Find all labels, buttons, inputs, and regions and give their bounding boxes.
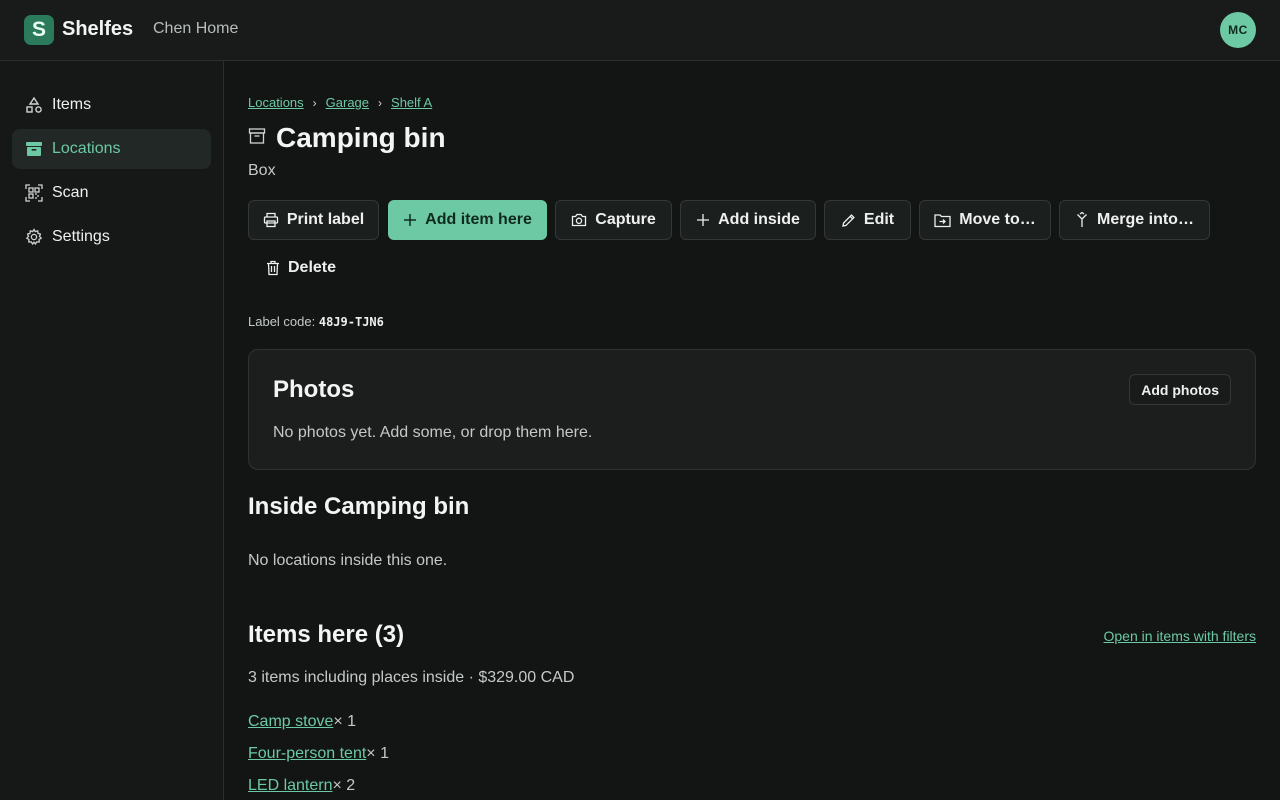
edit-text: Edit <box>863 211 895 228</box>
merge-icon <box>1075 212 1089 228</box>
plus-icon <box>403 213 417 227</box>
label-code-prefix: Label code: <box>248 314 316 329</box>
move-to-button[interactable]: Move to… <box>919 200 1051 240</box>
brand-name[interactable]: Shelfes <box>62 18 133 41</box>
photos-empty-state[interactable]: No photos yet. Add some, or drop them he… <box>273 424 592 442</box>
sidebar-item-label: Items <box>52 96 92 113</box>
capture-text: Capture <box>595 211 656 228</box>
breadcrumb-garage[interactable]: Garage <box>326 95 369 110</box>
sidebar-item-locations[interactable]: Locations <box>12 129 211 169</box>
brand-logo[interactable]: S <box>24 15 54 45</box>
inside-heading: Inside Camping bin <box>248 493 470 520</box>
print-label-text: Print label <box>286 211 365 228</box>
sidebar: Items Locations Scan Settings <box>0 61 224 800</box>
box-icon <box>248 127 266 150</box>
items-summary: 3 items including places inside · $329.0… <box>248 669 575 686</box>
household-name[interactable]: Chen Home <box>153 20 238 38</box>
plus-icon <box>696 213 710 227</box>
item-link-four-person-tent[interactable]: Four-person tent <box>248 745 366 762</box>
item-quantity: × 1 <box>333 713 357 730</box>
list-item: Camp stove× 1 <box>248 713 356 731</box>
top-bar: S Shelfes Chen Home MC <box>0 0 1280 61</box>
folder-move-icon <box>934 213 951 228</box>
delete-text: Delete <box>287 259 337 276</box>
edit-button[interactable]: Edit <box>824 200 911 240</box>
item-quantity: × 2 <box>332 777 356 794</box>
title-row: Camping bin <box>248 122 446 154</box>
printer-icon <box>263 212 279 228</box>
item-link-camp-stove[interactable]: Camp stove <box>248 713 333 730</box>
photos-card: Photos Add photos No photos yet. Add som… <box>248 349 1256 470</box>
merge-into-button[interactable]: Merge into… <box>1059 200 1210 240</box>
list-item: LED lantern× 2 <box>248 777 355 795</box>
items-here-heading: Items here (3) <box>248 621 405 648</box>
breadcrumb-shelf-a[interactable]: Shelf A <box>391 95 432 110</box>
breadcrumb-separator: › <box>378 95 383 110</box>
merge-into-text: Merge into… <box>1097 211 1194 228</box>
sidebar-item-label: Scan <box>52 184 89 201</box>
sidebar-item-label: Settings <box>52 228 110 245</box>
print-label-button[interactable]: Print label <box>248 200 379 240</box>
item-quantity: × 1 <box>366 745 389 762</box>
inside-empty-state: No locations inside this one. <box>248 552 448 569</box>
photos-heading: Photos <box>273 376 355 403</box>
pencil-icon <box>841 213 856 228</box>
move-to-text: Move to… <box>959 211 1036 228</box>
label-code-value: 48J9-TJN6 <box>318 315 384 329</box>
delete-button[interactable]: Delete <box>248 248 354 288</box>
label-code: Label code: 48J9-TJN6 <box>248 314 384 329</box>
add-item-here-button[interactable]: Add item here <box>388 200 547 240</box>
breadcrumb-locations[interactable]: Locations <box>248 95 304 110</box>
shapes-icon <box>24 95 44 115</box>
trash-icon <box>266 260 280 276</box>
add-photos-button[interactable]: Add photos <box>1129 374 1231 405</box>
open-items-with-filters-link[interactable]: Open in items with filters <box>1104 628 1257 644</box>
item-link-led-lantern[interactable]: LED lantern <box>248 777 333 794</box>
page-title: Camping bin <box>276 122 446 153</box>
capture-button[interactable]: Capture <box>555 200 672 240</box>
sidebar-item-settings[interactable]: Settings <box>12 217 211 257</box>
sidebar-item-label: Locations <box>52 140 121 157</box>
sidebar-item-items[interactable]: Items <box>12 85 211 125</box>
add-item-here-text: Add item here <box>425 211 532 228</box>
location-type: Box <box>248 162 276 179</box>
qr-scan-icon <box>24 183 44 203</box>
camera-icon <box>571 212 587 228</box>
add-inside-text: Add inside <box>718 211 800 228</box>
user-avatar[interactable]: MC <box>1220 12 1256 48</box>
sidebar-item-scan[interactable]: Scan <box>12 173 211 213</box>
breadcrumb: Locations › Garage › Shelf A <box>248 95 432 110</box>
breadcrumb-separator: › <box>312 95 317 110</box>
add-inside-button[interactable]: Add inside <box>680 200 816 240</box>
gear-icon <box>24 227 44 247</box>
list-item: Four-person tent× 1 <box>248 745 389 763</box>
archive-box-icon <box>24 139 44 159</box>
